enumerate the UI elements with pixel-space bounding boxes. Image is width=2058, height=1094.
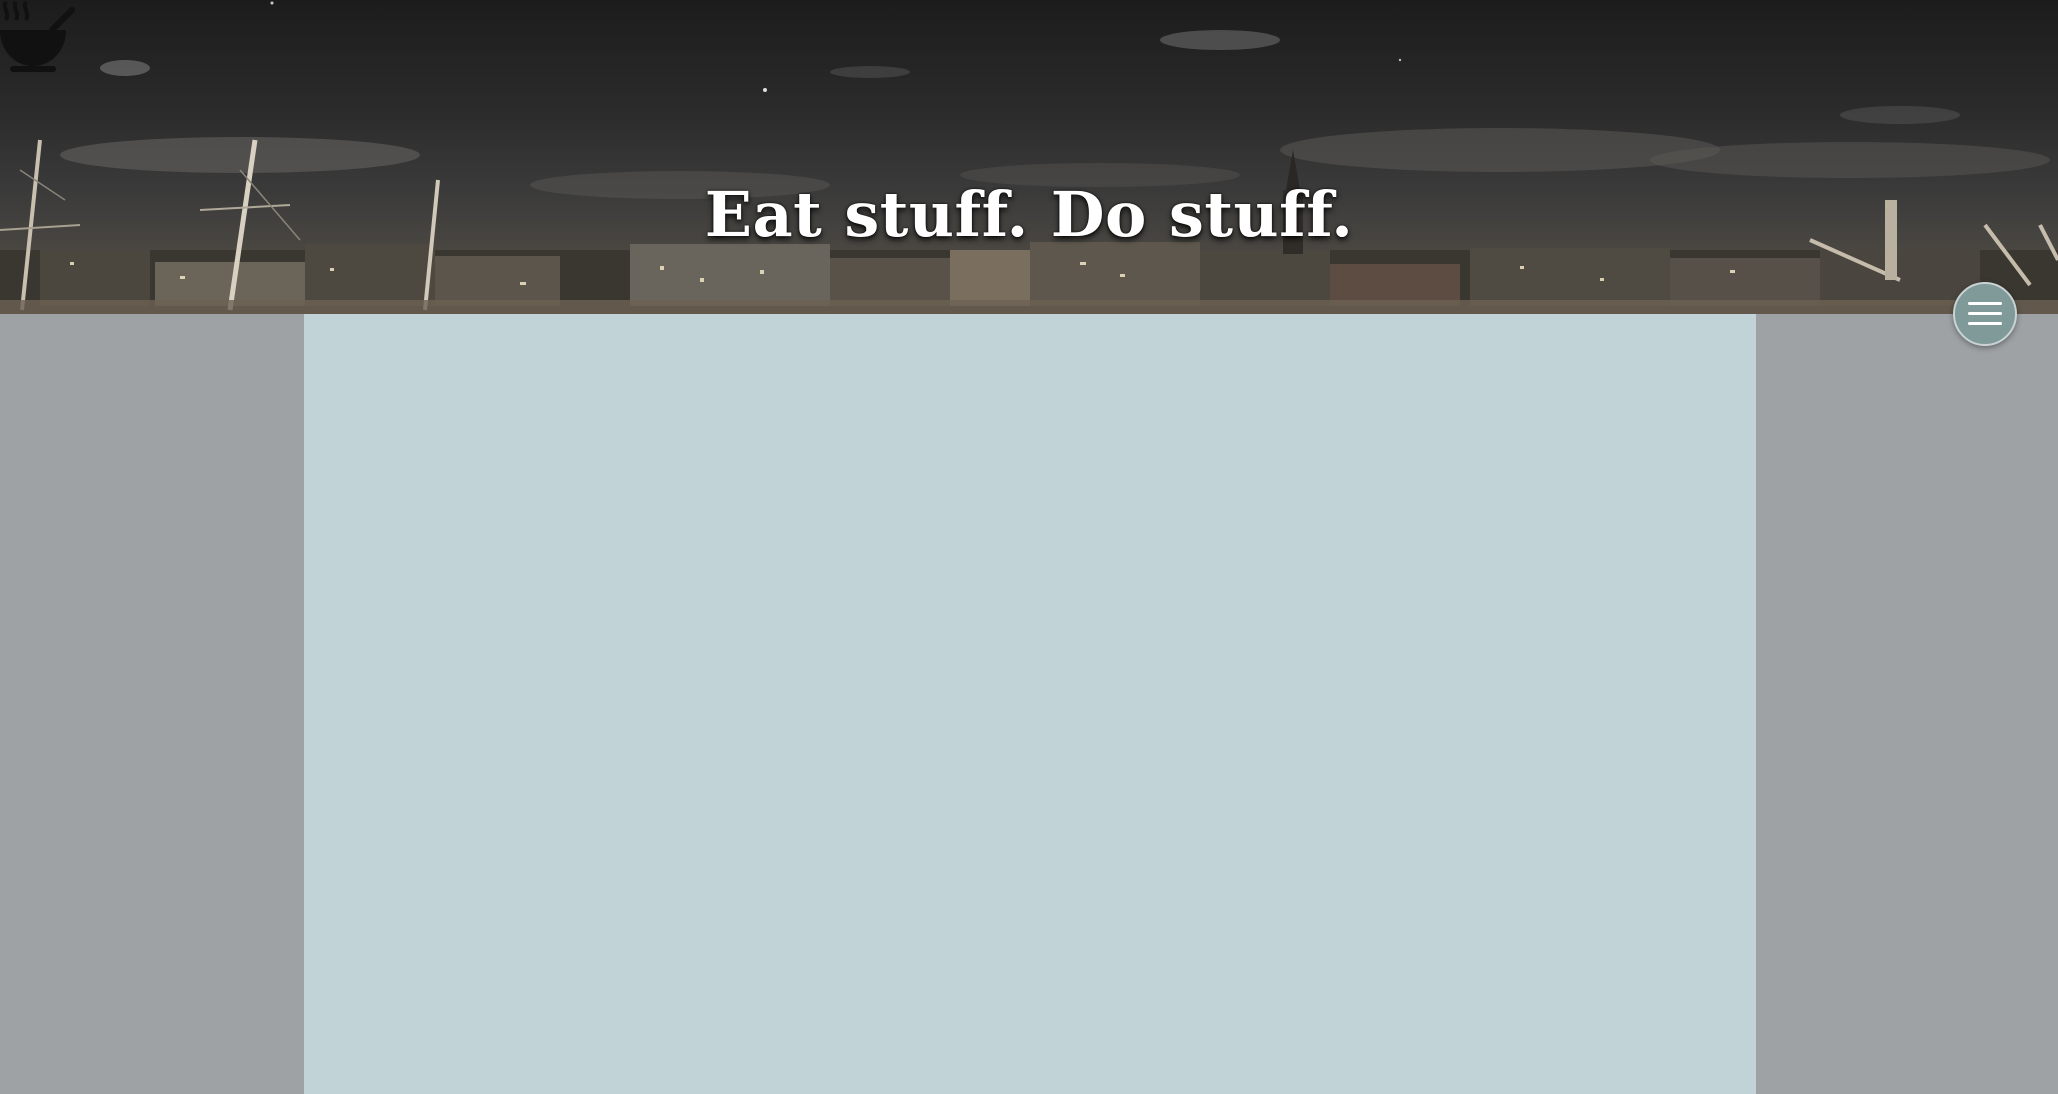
hero-title: Eat stuff. Do stuff.: [704, 178, 1354, 251]
steaming-bowl-icon[interactable]: [0, 0, 80, 80]
harbor-skyline-image: [0, 1, 2058, 314]
hamburger-menu-icon: [1968, 302, 2002, 326]
hero-banner: Eat stuff. Do stuff.: [0, 0, 2058, 314]
main-content-panel: [304, 314, 1756, 1094]
page: Eat stuff. Do stuff.: [0, 0, 2058, 1094]
hamburger-menu-button[interactable]: [1953, 282, 2017, 346]
